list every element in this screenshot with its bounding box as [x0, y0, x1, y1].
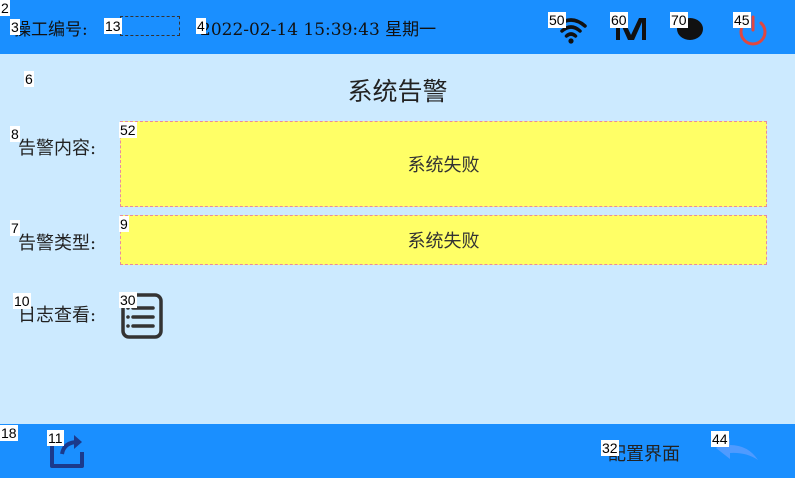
marker-44: 44: [711, 431, 729, 447]
marker-52: 52: [119, 122, 137, 138]
alarm-type-field: 系统失败: [120, 215, 767, 265]
operator-label: 操工编号:: [14, 20, 88, 40]
marker-4: 4: [196, 18, 206, 34]
marker-9: 9: [119, 216, 129, 232]
marker-11: 11: [47, 430, 64, 446]
operator-id-field[interactable]: [120, 16, 180, 36]
marker-7: 7: [10, 220, 20, 236]
marker-13: 13: [104, 18, 122, 34]
marker-6: 6: [24, 71, 34, 87]
marker-8: 8: [10, 126, 20, 142]
marker-30: 30: [119, 292, 137, 308]
alarm-content-field: 系统失败: [120, 121, 767, 207]
marker-2: 2: [0, 0, 10, 16]
alarm-type-value: 系统失败: [407, 231, 480, 252]
page-title: 系统告警: [347, 77, 448, 106]
alarm-type-label: 告警类型:: [18, 233, 97, 254]
marker-3: 3: [10, 19, 20, 35]
marker-32: 32: [601, 440, 619, 456]
marker-60: 60: [610, 12, 628, 28]
marker-18: 18: [0, 425, 18, 441]
settings-page-link[interactable]: 配置界面: [608, 440, 680, 466]
alarm-content-value: 系统失败: [407, 155, 480, 176]
datetime-display: 2022-02-14 15:39:43 星期一: [200, 20, 437, 40]
marker-45: 45: [733, 12, 751, 28]
marker-10: 10: [13, 293, 31, 309]
marker-50: 50: [548, 12, 566, 28]
alarm-content-label: 告警内容:: [18, 138, 97, 159]
marker-70: 70: [670, 12, 688, 28]
